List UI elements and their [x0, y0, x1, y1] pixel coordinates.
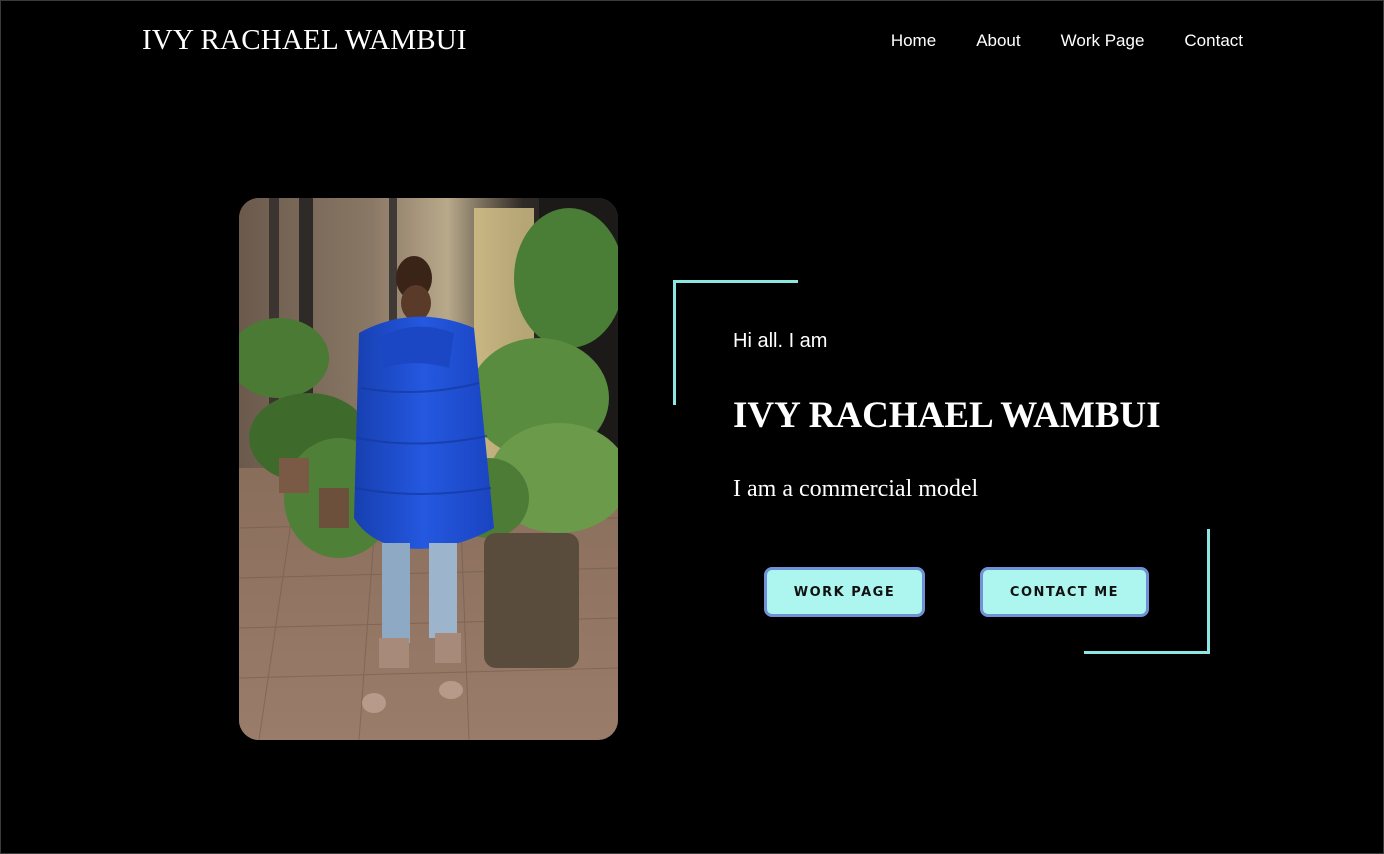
nav-link-work-page[interactable]: Work Page	[1061, 31, 1145, 51]
main-nav: Home About Work Page Contact	[891, 31, 1243, 51]
nav-link-home[interactable]: Home	[891, 31, 936, 51]
hero-greeting: Hi all. I am	[733, 330, 828, 352]
hero-name: IVY RACHAEL WAMBUI	[733, 395, 1161, 436]
window-frame	[0, 0, 1384, 854]
brand-logo-text[interactable]: IVY RACHAEL WAMBUI	[142, 24, 467, 57]
nav-link-about[interactable]: About	[976, 31, 1020, 51]
hero-photo	[239, 198, 618, 740]
hero-tagline: I am a commercial model	[733, 476, 979, 502]
work-page-button[interactable]: WORK PAGE	[764, 567, 925, 617]
nav-link-contact[interactable]: Contact	[1184, 31, 1243, 51]
contact-me-button[interactable]: CONTACT ME	[980, 567, 1149, 617]
